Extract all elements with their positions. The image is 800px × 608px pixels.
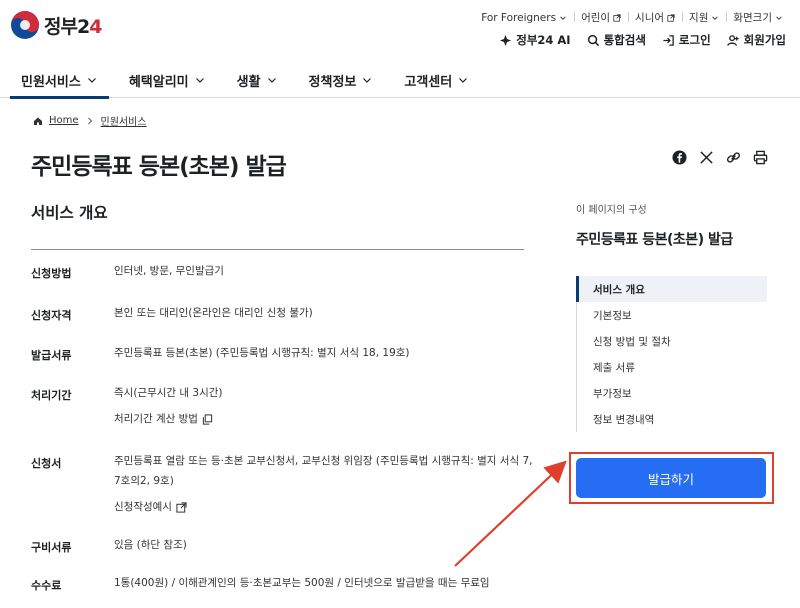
share-tools: [672, 150, 768, 165]
chevron-down-icon: [560, 15, 566, 20]
row-value: 즉시(근무시간 내 3시간): [114, 387, 223, 399]
kids-link[interactable]: 어린이: [574, 10, 628, 25]
toc-item-overview[interactable]: 서비스 개요: [576, 276, 767, 302]
chevron-down-icon: [776, 15, 782, 20]
utility-links: For Foreigners 어린이 시니어 지원 화면크기: [474, 10, 790, 25]
row-value: 본인 또는 대리인(온라인은 대리인 신청 불가): [114, 307, 313, 319]
logo-num-accent: 4: [89, 15, 102, 38]
copy-icon: [202, 413, 213, 425]
util-label: 통합검색: [603, 33, 646, 47]
row-label: 신청방법: [31, 267, 72, 280]
link-copy-icon[interactable]: [726, 150, 741, 165]
gnb-label: 민원서비스: [21, 74, 81, 90]
row-label: 수수료: [31, 579, 62, 592]
toc-item-additional-info[interactable]: 부가정보: [576, 380, 767, 406]
gnb-menu-life[interactable]: 생활: [225, 62, 289, 98]
sub-link-label: 처리기간 계산 방법: [114, 413, 198, 425]
row-label: 신청서: [31, 457, 62, 470]
gnb-label: 혜택알리미: [128, 74, 189, 90]
row-value: 인터넷, 방문, 무인발급기: [114, 265, 224, 277]
apply-highlight-box: 발급하기: [569, 452, 774, 504]
gnb-label: 고객센터: [404, 74, 453, 90]
chevron-down-icon: [712, 15, 719, 20]
toc-item-basic-info[interactable]: 기본정보: [576, 302, 767, 328]
page-toc: 서비스 개요 기본정보 신청 방법 및 절차 제출 서류 부가정보 정보 변경내…: [576, 276, 767, 432]
sub-link-label: 신청작성예시: [114, 501, 172, 513]
x-twitter-icon[interactable]: [699, 150, 714, 165]
util-label: 화면크기: [733, 12, 772, 24]
login-button[interactable]: 로그인: [662, 32, 711, 48]
toc-item-documents[interactable]: 제출 서류: [576, 354, 767, 380]
side-nav-caption: 이 페이지의 구성: [576, 205, 647, 216]
side-nav-title: 주민등록표 등본(초본) 발급: [576, 232, 733, 248]
util-label: 회원가입: [743, 33, 786, 47]
row-value: 주민등록표 열람 또는 등·초본 교부신청서, 교부신청 위임장 (주민등록법 …: [114, 455, 533, 487]
ai-icon: [500, 34, 512, 46]
external-link-icon: [176, 501, 187, 513]
breadcrumb-current-link[interactable]: 민원서비스: [101, 113, 147, 128]
breadcrumb-home-link[interactable]: Home: [49, 115, 79, 126]
processing-time-calc-link[interactable]: 처리기간 계산 방법: [114, 409, 539, 429]
chevron-right-icon: [87, 117, 92, 124]
logo-text: 정부: [44, 15, 78, 38]
search-button[interactable]: 통합검색: [587, 32, 646, 48]
logo-num: 2: [76, 15, 90, 38]
util-label: 어린이: [581, 12, 611, 24]
page-title: 주민등록표 등본(초본) 발급: [31, 154, 287, 180]
gnb-label: 정책정보: [308, 74, 357, 90]
login-icon: [663, 34, 674, 46]
chevron-down-icon: [459, 78, 468, 83]
gnb-menu-policy[interactable]: 정책정보: [297, 62, 385, 98]
row-label: 발급서류: [31, 349, 72, 362]
screen-size-dropdown[interactable]: 화면크기: [726, 10, 790, 25]
util-label: For Foreigners: [481, 11, 557, 24]
site-header: 정부24 For Foreigners 어린이 시니어 지원 화면크기 정부24…: [0, 0, 800, 99]
apply-button[interactable]: 발급하기: [576, 458, 766, 498]
search-icon: [587, 34, 599, 46]
util-label: 정부24 AI: [516, 33, 571, 47]
main-navigation: 민원서비스 혜택알리미 생활 정책정보 고객센터: [10, 62, 480, 99]
chevron-down-icon: [87, 78, 96, 83]
row-value: 있음 (하단 참조): [114, 539, 187, 551]
taeguk-emblem-icon: [11, 11, 39, 39]
gnb-menu-civil-services[interactable]: 민원서비스: [10, 62, 109, 99]
row-label: 처리기간: [31, 389, 72, 402]
account-links: 정부24 AI 통합검색 로그인 회원가입: [499, 32, 786, 48]
chevron-down-icon: [363, 78, 372, 83]
section-divider: [31, 249, 524, 250]
chevron-down-icon: [267, 78, 276, 83]
external-link-icon: [613, 13, 621, 22]
print-icon[interactable]: [753, 150, 768, 165]
toc-item-procedure[interactable]: 신청 방법 및 절차: [576, 328, 767, 354]
support-dropdown[interactable]: 지원: [682, 10, 726, 25]
external-link-icon: [667, 13, 675, 22]
util-label: 지원: [689, 12, 709, 24]
row-value: 1통(400원) / 이해관계인의 등·초본교부는 500원 / 인터넷으로 발…: [114, 577, 490, 589]
chevron-down-icon: [195, 78, 204, 83]
user-add-icon: [726, 34, 739, 46]
gov24-logo[interactable]: 정부24: [10, 10, 102, 40]
gov24-ai-button[interactable]: 정부24 AI: [499, 32, 571, 48]
toc-item-change-history[interactable]: 정보 변경내역: [576, 406, 767, 432]
util-label: 시니어: [635, 12, 665, 24]
row-value: 주민등록표 등본(초본) (주민등록법 시행규칙: 별지 서식 18, 19호): [114, 347, 410, 359]
senior-link[interactable]: 시니어: [628, 10, 682, 25]
gnb-menu-benefits[interactable]: 혜택알리미: [117, 62, 217, 98]
breadcrumb: Home 민원서비스: [33, 113, 147, 128]
form-example-link[interactable]: 신청작성예시: [114, 497, 539, 517]
home-icon: [34, 117, 42, 125]
facebook-icon[interactable]: [672, 150, 687, 165]
gnb-menu-customer-center[interactable]: 고객센터: [392, 62, 480, 98]
section-title-overview: 서비스 개요: [31, 204, 108, 222]
row-label: 구비서류: [31, 541, 72, 554]
util-label: 로그인: [678, 33, 711, 47]
row-label: 신청자격: [31, 309, 72, 322]
for-foreigners-dropdown[interactable]: For Foreigners: [474, 12, 574, 24]
signup-button[interactable]: 회원가입: [726, 32, 786, 48]
gnb-label: 생활: [236, 74, 261, 90]
